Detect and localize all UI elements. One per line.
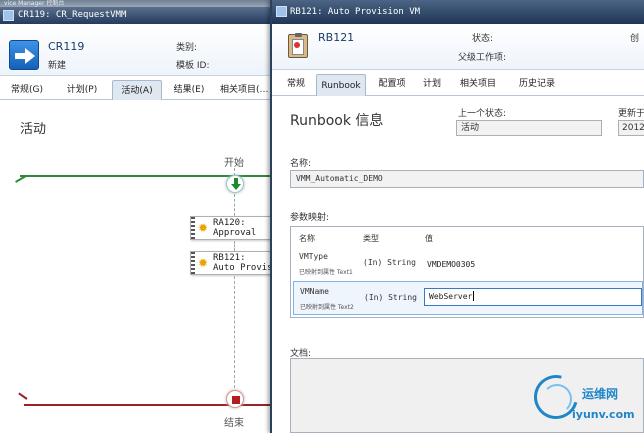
request-tab-bar: 常规(G) 计划(P) 活动(A) 结果(E) 相关项目(… (0, 80, 282, 100)
tab-plan[interactable]: 计划(P) (58, 80, 106, 100)
request-window-titlebar[interactable]: CR119: CR_RequestVMM (0, 7, 282, 24)
param-name: VMName (300, 287, 329, 296)
column-header-value[interactable]: 值 (425, 233, 433, 244)
flow-connector (234, 276, 235, 388)
request-window: vice Manager 控制台 CR119: CR_RequestVMM CR… (0, 0, 282, 433)
tab-runbook[interactable]: Runbook (316, 74, 366, 96)
param-mapping-label: 参数映射: (290, 213, 330, 223)
param-mapped-property: 已映射到属性 Text1 (299, 269, 353, 276)
tab-history[interactable]: 历史记录 (510, 74, 564, 94)
param-value[interactable]: VMDEMO0305 (423, 257, 641, 275)
stop-icon (232, 396, 240, 404)
sun-icon: ✹ (198, 256, 209, 270)
created-label: 创 (630, 34, 640, 44)
start-label: 开始 (224, 158, 244, 169)
activity-id: RB121: (213, 253, 246, 263)
activity-name: Auto Provis- (213, 263, 279, 273)
param-type: (In) String (363, 258, 416, 267)
updated-field[interactable]: 2012 (618, 120, 644, 136)
runbook-clipboard-icon (288, 33, 308, 58)
param-type: (In) String (364, 293, 417, 302)
end-node-icon[interactable] (226, 390, 244, 408)
status-dot-icon (294, 42, 300, 48)
param-mapping-table: 名称 类型 值 VMType 已映射到属性 Text1 (In) String … (290, 226, 644, 318)
runbook-window-titlebar[interactable]: RB121: Auto Provision VM (272, 0, 644, 24)
flow-connector (234, 241, 235, 251)
end-label: 结束 (224, 418, 244, 429)
request-header (0, 24, 282, 76)
activity-name: Approval (213, 228, 257, 238)
updated-label: 更新于 (618, 109, 644, 119)
column-header-name[interactable]: 名称 (299, 233, 315, 244)
tab-general[interactable]: 常规(G) (4, 80, 50, 100)
flow-end-line (24, 404, 282, 406)
sun-icon: ✹ (198, 221, 209, 235)
flow-start-line (20, 175, 282, 177)
runbook-tab-bar: 常规 Runbook 配置项 计划 相关项目 历史记录 (272, 74, 644, 96)
activity-heading: 活动 (20, 122, 47, 137)
watermark-swoosh-icon (542, 384, 572, 414)
activity-handle (191, 217, 195, 239)
param-mapped-property: 已映射到属性 Text2 (300, 304, 354, 311)
runbook-window-title: RB121: Auto Provision VM (290, 7, 421, 17)
name-label: 名称: (290, 159, 312, 169)
arrow-right-icon (9, 40, 39, 70)
template-id-label: 模板 ID: (176, 61, 210, 71)
console-title-strip: vice Manager 控制台 (0, 0, 282, 7)
start-node-icon[interactable] (226, 175, 244, 193)
tab-related-items[interactable]: 相关项目 (452, 74, 504, 94)
clip-icon (295, 33, 302, 37)
previous-state-label: 上一个状态: (458, 109, 507, 119)
table-row[interactable]: VMType 已映射到属性 Text1 (In) String VMDEMO03… (293, 247, 643, 281)
previous-state-field[interactable]: 活动 (456, 120, 602, 136)
text-caret (473, 291, 475, 301)
watermark-url: iyunv.com (572, 408, 635, 421)
tab-config-items[interactable]: 配置项 (372, 74, 412, 94)
runbook-info-heading: Runbook 信息 (290, 113, 384, 129)
flow-connector (234, 194, 235, 216)
runbook-window: RB121: Auto Provision VM RB121 状态: 父级工作项… (270, 0, 644, 433)
table-row[interactable]: VMName 已映射到属性 Text2 (In) String WebServe… (293, 281, 643, 315)
param-value-input[interactable]: WebServer (424, 288, 642, 306)
category-label: 类别: (176, 43, 198, 53)
request-window-title: CR119: CR_RequestVMM (18, 10, 127, 20)
param-value-text: WebServer (429, 292, 473, 301)
status-label: 状态: (472, 34, 494, 44)
request-id: CR119 (48, 40, 85, 53)
tab-results[interactable]: 结果(E) (166, 80, 212, 100)
name-field[interactable]: VMM_Automatic_DEMO (290, 170, 644, 188)
runbook-id: RB121 (318, 31, 355, 44)
param-name: VMType (299, 252, 328, 261)
parent-work-item-label: 父级工作项: (458, 53, 507, 63)
column-header-type[interactable]: 类型 (363, 233, 379, 244)
activity-approval[interactable]: ✹ RA120: Approval (190, 216, 282, 240)
tab-general[interactable]: 常规 (280, 74, 312, 94)
flow-end-line (18, 392, 28, 400)
watermark-name: 运维网 (582, 387, 619, 401)
tab-plan[interactable]: 计划 (418, 74, 446, 94)
window-icon (276, 6, 287, 17)
activity-handle (191, 252, 195, 274)
request-status: 新建 (48, 61, 67, 71)
activity-auto-provision[interactable]: ✹ RB121: Auto Provis- (190, 251, 282, 275)
window-icon (3, 10, 14, 21)
activity-id: RA120: (213, 218, 246, 228)
tab-activity[interactable]: 活动(A) (112, 80, 162, 100)
